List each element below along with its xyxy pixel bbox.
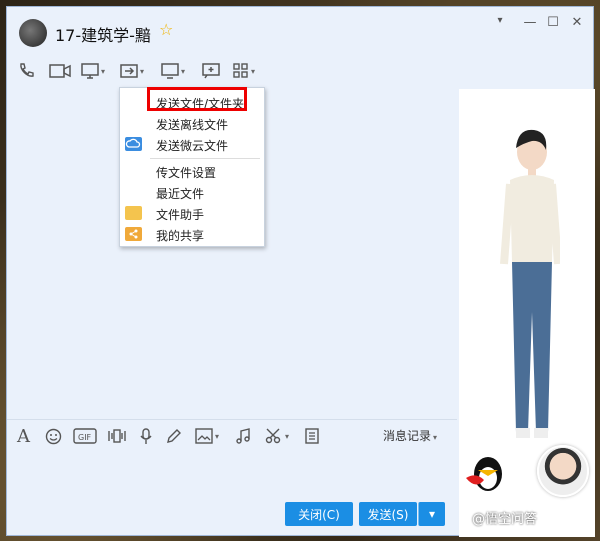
message-history-link[interactable]: 消息记录 ▾	[383, 427, 437, 444]
pen-icon[interactable]	[165, 427, 182, 445]
menu-item-my-share[interactable]: 我的共享	[120, 224, 264, 245]
menu-item-file-assistant[interactable]: 文件助手	[120, 203, 264, 224]
screen-share-icon[interactable]: ▾	[81, 61, 105, 81]
svg-text:GIF: GIF	[78, 433, 92, 442]
highlight-box	[147, 87, 247, 111]
phone-icon[interactable]	[17, 61, 35, 81]
title-bar: 17-建筑学-黯 ☆ ▾ — ☐ ✕	[7, 7, 593, 57]
scissors-icon[interactable]: ▾	[265, 427, 289, 445]
chat-toolbar: ▾ ▾ ▾ ▾	[7, 57, 457, 85]
document-icon[interactable]	[305, 427, 319, 445]
maximize-button[interactable]: ☐	[544, 15, 562, 30]
folder-icon	[125, 206, 142, 220]
self-avatar[interactable]	[537, 445, 589, 497]
send-button[interactable]: 发送(S)	[359, 502, 417, 526]
file-transfer-icon[interactable]: ▾	[120, 61, 144, 81]
window-title: 17-建筑学-黯	[55, 26, 151, 45]
menu-item-send-offline-file[interactable]: 发送离线文件	[120, 113, 264, 134]
apps-icon[interactable]: ▾	[233, 61, 255, 81]
qq-show-avatar	[500, 129, 560, 438]
remote-desktop-icon[interactable]: ▾	[161, 61, 185, 81]
cloud-icon	[125, 137, 142, 151]
menu-item-recent-files[interactable]: 最近文件	[120, 182, 264, 203]
send-options-dropdown[interactable]: ▾	[418, 502, 445, 526]
mic-icon[interactable]	[139, 427, 153, 445]
close-button[interactable]: 关闭(C)	[285, 502, 353, 526]
add-chat-icon[interactable]	[202, 61, 220, 81]
minimize-button[interactable]: —	[521, 15, 539, 30]
file-menu: 发送文件/文件夹 发送离线文件 发送微云文件 传文件设置 最近文件 文件助手 我…	[119, 87, 265, 247]
video-icon[interactable]	[49, 61, 71, 81]
video-clip-icon[interactable]	[107, 427, 127, 445]
image-icon[interactable]: ▾	[195, 427, 219, 445]
qq-penguin-logo	[466, 457, 502, 491]
gif-icon[interactable]: GIF	[73, 427, 97, 445]
menu-item-transfer-settings[interactable]: 传文件设置	[120, 161, 264, 182]
font-icon[interactable]: A	[17, 426, 30, 447]
star-icon: ☆	[159, 20, 174, 39]
menu-separator	[150, 158, 260, 159]
emoji-icon[interactable]	[45, 427, 62, 445]
close-window-button[interactable]: ✕	[568, 15, 586, 30]
menu-item-send-weiyun-file[interactable]: 发送微云文件	[120, 134, 264, 155]
share-folder-icon	[125, 227, 142, 241]
music-icon[interactable]	[235, 427, 251, 445]
contact-avatar[interactable]	[19, 19, 47, 47]
watermark: @悟空问答	[472, 512, 538, 527]
dropdown-icon[interactable]: ▾	[491, 15, 509, 26]
